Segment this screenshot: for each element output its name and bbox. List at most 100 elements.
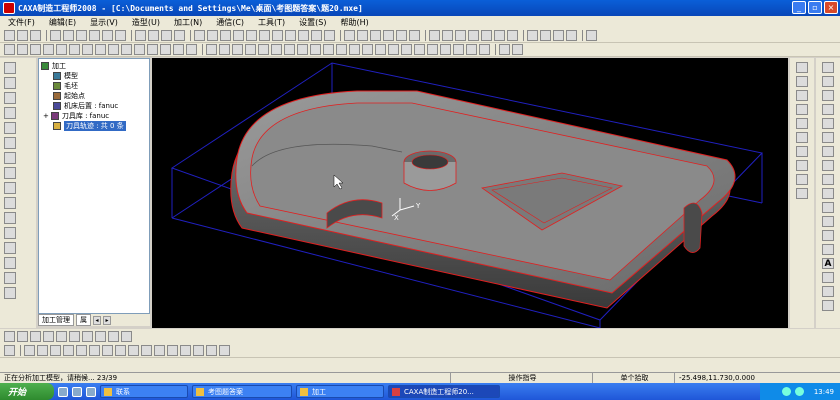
spline-icon[interactable] — [822, 146, 834, 157]
arc-icon[interactable] — [822, 76, 834, 87]
save-icon[interactable] — [30, 30, 41, 41]
surface-11-icon[interactable] — [134, 44, 145, 55]
feature-1-icon[interactable] — [206, 44, 217, 55]
sketch-icon[interactable] — [4, 107, 16, 119]
feature-10-icon[interactable] — [323, 44, 334, 55]
tree-item-machining[interactable]: 加工 — [41, 61, 66, 71]
rt1-i-icon[interactable] — [796, 174, 808, 185]
trace-9-icon[interactable] — [4, 272, 16, 284]
render-icon[interactable] — [383, 30, 394, 41]
bt2-j-icon[interactable] — [128, 344, 139, 356]
tree-item-stock[interactable]: 毛坯 — [53, 81, 78, 91]
fillet-icon[interactable] — [822, 202, 834, 213]
surface-4-icon[interactable] — [43, 44, 54, 55]
menu-communication[interactable]: 通信(C) — [216, 17, 244, 28]
pan-icon[interactable] — [507, 30, 518, 41]
rt1-b-icon[interactable] — [796, 76, 808, 87]
circle-icon[interactable] — [822, 90, 834, 101]
color-icon[interactable] — [174, 30, 185, 41]
tool-path-icon[interactable] — [4, 137, 16, 149]
trace-10-icon[interactable] — [4, 287, 16, 299]
layer-icon[interactable] — [259, 30, 270, 41]
quicklaunch-media-icon[interactable] — [86, 386, 96, 397]
feature-11-icon[interactable] — [336, 44, 347, 55]
wireframe-icon[interactable] — [357, 30, 368, 41]
ellipse-icon[interactable] — [822, 132, 834, 143]
rt1-e-icon[interactable] — [796, 118, 808, 129]
part-model-view[interactable]: Y X — [152, 58, 788, 329]
tab-properties[interactable]: 属 — [76, 314, 91, 326]
feature-3-icon[interactable] — [232, 44, 243, 55]
query-icon[interactable] — [311, 30, 322, 41]
view-front-icon[interactable] — [207, 30, 218, 41]
print-icon[interactable] — [50, 30, 61, 41]
menu-machining[interactable]: 加工(N) — [174, 17, 202, 28]
feature-19-icon[interactable] — [440, 44, 451, 55]
select-arrow-icon[interactable] — [4, 62, 16, 74]
bt2-b-icon[interactable] — [24, 344, 35, 356]
surface-13-icon[interactable] — [160, 44, 171, 55]
surface-12-icon[interactable] — [147, 44, 158, 55]
feature-20-icon[interactable] — [453, 44, 464, 55]
menu-file[interactable]: 文件(F) — [8, 17, 35, 28]
bt1-i-icon[interactable] — [108, 330, 119, 342]
mirror-icon[interactable] — [822, 272, 834, 283]
trace-4-icon[interactable] — [4, 197, 16, 209]
maximize-button[interactable]: ▫ — [808, 1, 822, 14]
menu-modeling[interactable]: 造型(U) — [132, 17, 160, 28]
tree-item-tool-library[interactable]: + 刀具库 : fanuc — [43, 111, 109, 121]
trim-icon[interactable] — [822, 300, 834, 311]
hidden-line-icon[interactable] — [370, 30, 381, 41]
zoom-in-icon[interactable] — [455, 30, 466, 41]
trace-6-icon[interactable] — [4, 227, 16, 239]
menu-help[interactable]: 帮助(H) — [341, 17, 369, 28]
tray-network-icon[interactable] — [781, 387, 791, 396]
surface-8-icon[interactable] — [95, 44, 106, 55]
surface-6-icon[interactable] — [69, 44, 80, 55]
bt1-j-icon[interactable] — [121, 330, 132, 342]
redo-icon[interactable] — [115, 30, 126, 41]
surface-2-icon[interactable] — [17, 44, 28, 55]
bt1-a-icon[interactable] — [4, 330, 15, 342]
surface-14-icon[interactable] — [173, 44, 184, 55]
open-file-icon[interactable] — [17, 30, 28, 41]
measure-icon[interactable] — [298, 30, 309, 41]
feature-12-icon[interactable] — [349, 44, 360, 55]
feature-22-icon[interactable] — [479, 44, 490, 55]
zoom-out-icon[interactable] — [468, 30, 479, 41]
bt2-m-icon[interactable] — [167, 344, 178, 356]
trace-8-icon[interactable] — [4, 257, 16, 269]
task-item-caxa[interactable]: CAXA制造工程师20... — [388, 385, 500, 398]
rt1-d-icon[interactable] — [796, 104, 808, 115]
bt2-o-icon[interactable] — [193, 344, 204, 356]
feature-13-icon[interactable] — [362, 44, 373, 55]
bt1-h-icon[interactable] — [95, 330, 106, 342]
feature-15-icon[interactable] — [388, 44, 399, 55]
gcode-icon[interactable] — [553, 30, 564, 41]
bt2-i-icon[interactable] — [115, 344, 126, 356]
menu-settings[interactable]: 设置(S) — [299, 17, 326, 28]
feature-14-icon[interactable] — [375, 44, 386, 55]
intersect-icon[interactable] — [822, 244, 834, 255]
verify-icon[interactable] — [540, 30, 551, 41]
refresh-icon[interactable] — [429, 30, 440, 41]
feature-21-icon[interactable] — [466, 44, 477, 55]
bt2-k-icon[interactable] — [141, 344, 152, 356]
feature-7-icon[interactable] — [284, 44, 295, 55]
cut-icon[interactable] — [63, 30, 74, 41]
pointer-icon[interactable] — [4, 77, 16, 89]
polygon-icon[interactable] — [822, 118, 834, 129]
feature-17-icon[interactable] — [414, 44, 425, 55]
undo-icon[interactable] — [102, 30, 113, 41]
surface-10-icon[interactable] — [121, 44, 132, 55]
trace-1-icon[interactable] — [4, 152, 16, 164]
rt1-a-icon[interactable] — [796, 62, 808, 73]
bt2-q-icon[interactable] — [219, 344, 230, 356]
task-item-machining[interactable]: 加工 — [296, 385, 384, 398]
quicklaunch-desktop-icon[interactable] — [72, 386, 82, 397]
feature-18-icon[interactable] — [427, 44, 438, 55]
array-icon[interactable] — [822, 286, 834, 297]
bt1-g-icon[interactable] — [82, 330, 93, 342]
feature-16-icon[interactable] — [401, 44, 412, 55]
zoom-all-icon[interactable] — [481, 30, 492, 41]
